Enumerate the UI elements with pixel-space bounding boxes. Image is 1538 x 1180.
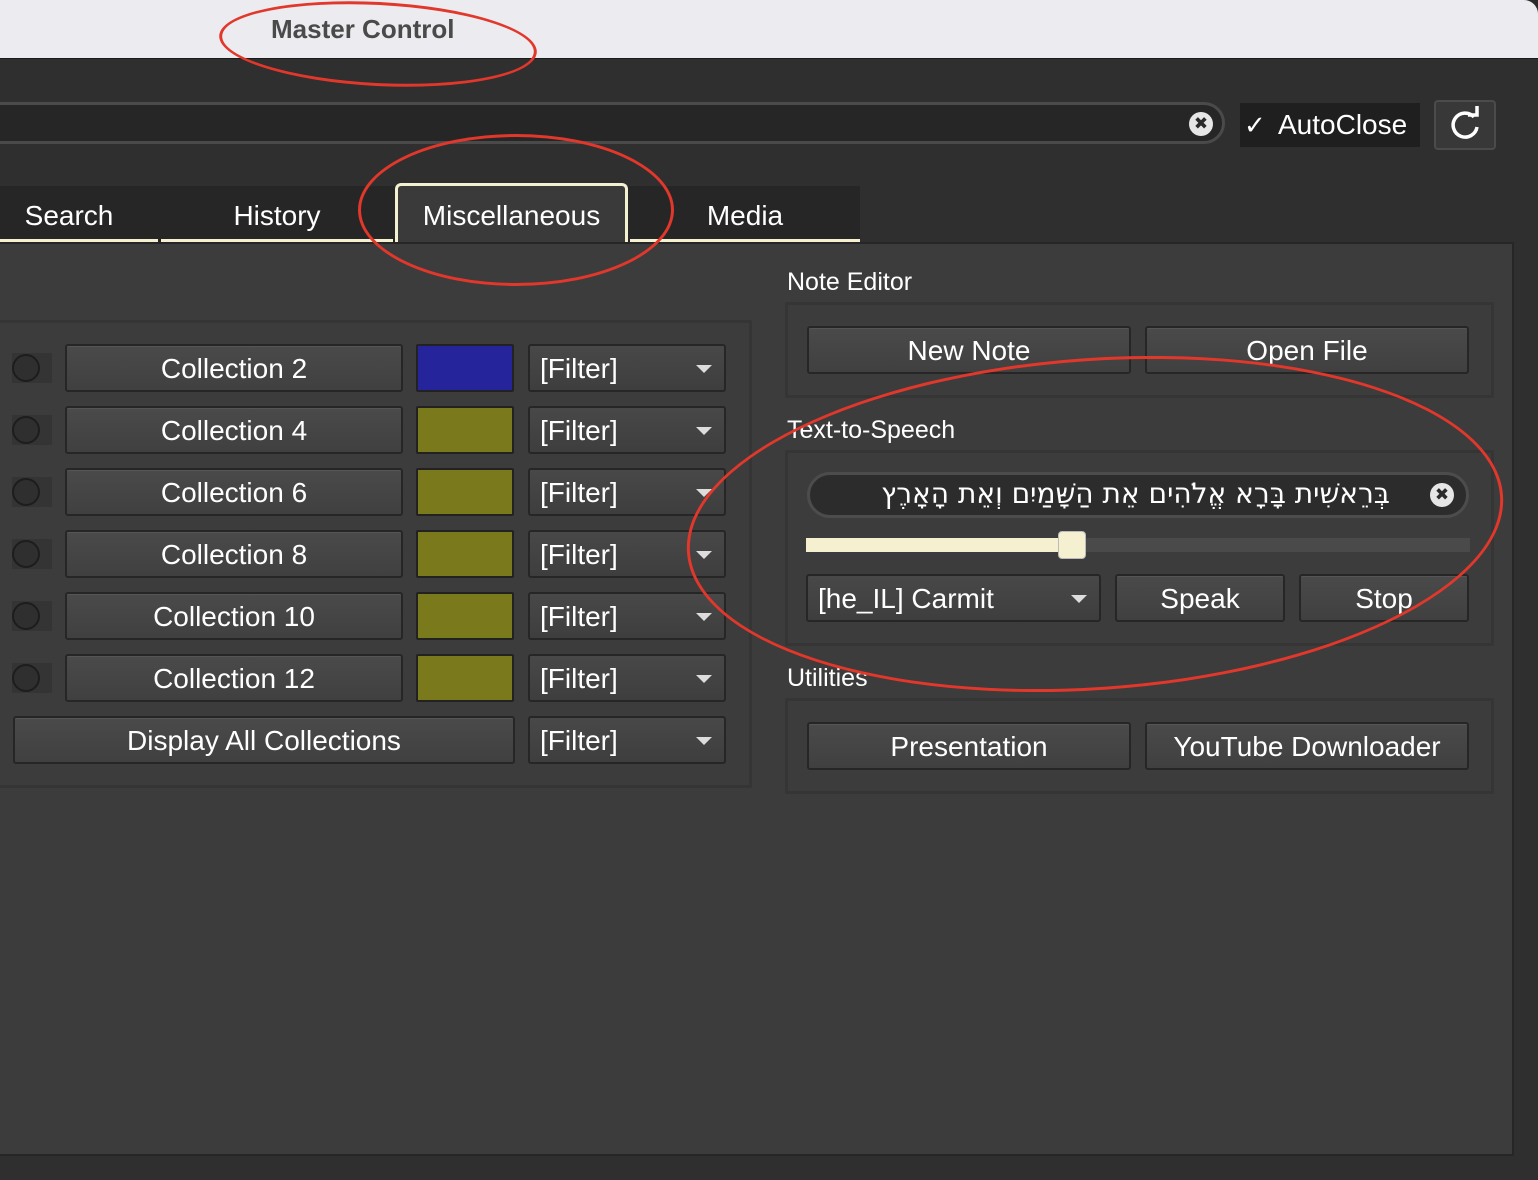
collection-button[interactable]: Collection 2 xyxy=(65,344,403,392)
collection-color-swatch[interactable] xyxy=(416,344,514,392)
filter-value: [Filter] xyxy=(540,601,618,632)
collection-button[interactable]: Collection 10 xyxy=(65,592,403,640)
voice-value: [he_IL] Carmit xyxy=(818,583,994,614)
collection-color-swatch[interactable] xyxy=(416,406,514,454)
filter-value: [Filter] xyxy=(540,353,618,384)
collection-radio[interactable] xyxy=(12,602,40,630)
collection-color-swatch[interactable] xyxy=(416,592,514,640)
collection-color-swatch[interactable] xyxy=(416,654,514,702)
clear-search-icon[interactable]: ✖ xyxy=(1189,112,1213,136)
tab-miscellaneous[interactable]: Miscellaneous xyxy=(395,183,628,243)
collection-filter-select[interactable]: [Filter] xyxy=(528,468,726,516)
tab-media[interactable]: Media xyxy=(630,186,860,242)
collection-filter-select[interactable]: [Filter] xyxy=(528,654,726,702)
collection-filter-select[interactable]: [Filter] xyxy=(528,530,726,578)
note-editor-heading: Note Editor xyxy=(787,268,913,296)
youtube-downloader-button[interactable]: YouTube Downloader xyxy=(1145,722,1469,770)
presentation-button[interactable]: Presentation xyxy=(807,722,1131,770)
collection-color-swatch[interactable] xyxy=(416,468,514,516)
refresh-icon xyxy=(1451,106,1479,139)
chevron-down-icon xyxy=(696,551,712,559)
display-all-filter-select[interactable]: [Filter] xyxy=(528,716,726,764)
filter-value: [Filter] xyxy=(540,725,618,756)
collection-button[interactable]: Collection 4 xyxy=(65,406,403,454)
checkmark-icon: ✓ xyxy=(1244,110,1266,140)
tab-history[interactable]: History xyxy=(161,186,393,242)
filter-value: [Filter] xyxy=(540,663,618,694)
collection-radio[interactable] xyxy=(12,416,40,444)
search-input[interactable]: ✖ xyxy=(0,102,1225,144)
collection-filter-select[interactable]: [Filter] xyxy=(528,592,726,640)
open-file-button[interactable]: Open File xyxy=(1145,326,1469,374)
tts-text-input[interactable]: בְּרֵאשִׁית בָּרָא אֱלֹהִים אֵת הַשָּׁמַ… xyxy=(807,472,1469,518)
autoclose-label: AutoClose xyxy=(1278,109,1408,140)
filter-value: [Filter] xyxy=(540,477,618,508)
new-note-button[interactable]: New Note xyxy=(807,326,1131,374)
window-title: Master Control xyxy=(271,14,455,44)
tab-search[interactable]: Search xyxy=(0,186,158,242)
collection-button[interactable]: Collection 12 xyxy=(65,654,403,702)
filter-value: [Filter] xyxy=(540,539,618,570)
refresh-button[interactable] xyxy=(1434,100,1496,150)
chevron-down-icon xyxy=(696,613,712,621)
chevron-down-icon xyxy=(696,427,712,435)
utilities-heading: Utilities xyxy=(787,664,868,692)
collection-button[interactable]: Collection 6 xyxy=(65,468,403,516)
slider-fill xyxy=(806,538,1072,552)
voice-select[interactable]: [he_IL] Carmit xyxy=(806,574,1101,622)
speak-button[interactable]: Speak xyxy=(1115,574,1285,622)
tts-text-value: בְּרֵאשִׁית בָּרָא אֱלֹהִים אֵת הַשָּׁמַ… xyxy=(881,477,1390,510)
chevron-down-icon xyxy=(696,737,712,745)
collection-button[interactable]: Collection 8 xyxy=(65,530,403,578)
collection-color-swatch[interactable] xyxy=(416,530,514,578)
collection-filter-select[interactable]: [Filter] xyxy=(528,406,726,454)
display-all-collections-button[interactable]: Display All Collections xyxy=(13,716,515,764)
speech-rate-slider[interactable] xyxy=(806,531,1470,559)
collection-filter-select[interactable]: [Filter] xyxy=(528,344,726,392)
stop-button[interactable]: Stop xyxy=(1299,574,1469,622)
collection-radio[interactable] xyxy=(12,664,40,692)
filter-value: [Filter] xyxy=(540,415,618,446)
collection-radio[interactable] xyxy=(12,540,40,568)
chevron-down-icon xyxy=(696,675,712,683)
collection-radio[interactable] xyxy=(12,478,40,506)
autoclose-checkbox[interactable]: ✓ AutoClose xyxy=(1240,103,1420,147)
clear-tts-icon[interactable]: ✖ xyxy=(1430,483,1454,507)
chevron-down-icon xyxy=(696,365,712,373)
tts-heading: Text-to-Speech xyxy=(787,416,956,444)
chevron-down-icon xyxy=(696,489,712,497)
slider-handle[interactable] xyxy=(1058,531,1086,559)
title-bar: Master Control xyxy=(0,0,1538,59)
collection-radio[interactable] xyxy=(12,354,40,382)
chevron-down-icon xyxy=(1071,595,1087,603)
